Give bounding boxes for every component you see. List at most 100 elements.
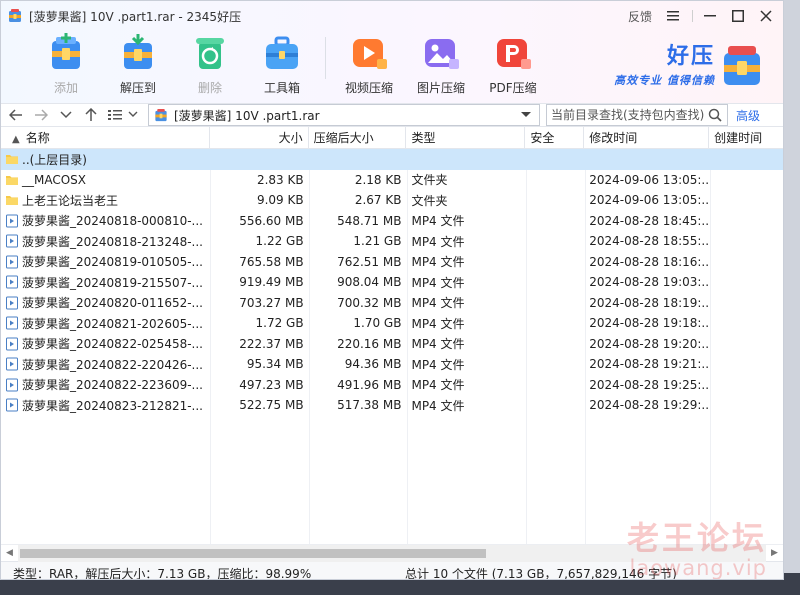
back-button[interactable] bbox=[6, 105, 26, 125]
scroll-left-icon[interactable]: ◀ bbox=[1, 545, 18, 562]
maximize-button[interactable] bbox=[727, 6, 749, 26]
file-name-cell: 菠萝果酱_20240818-213248-... bbox=[1, 233, 210, 250]
column-name-label: 名称 bbox=[25, 131, 50, 145]
file-name-cell: 菠萝果酱_20240821-202605-... bbox=[1, 315, 210, 332]
view-mode-button[interactable] bbox=[106, 105, 140, 125]
haozip-app-icon bbox=[9, 9, 21, 22]
brand-name: 好压 bbox=[666, 44, 715, 69]
file-name-cell: 菠萝果酱_20240822-220426-... bbox=[1, 356, 210, 373]
scrollbar-thumb[interactable] bbox=[20, 548, 486, 558]
scroll-right-icon[interactable]: ▶ bbox=[766, 545, 783, 562]
toolbox-button[interactable]: 工具箱 bbox=[253, 31, 311, 96]
search-icon[interactable] bbox=[708, 108, 722, 122]
column-name[interactable]: ▲ 名称 bbox=[1, 127, 210, 149]
scrollbar-track[interactable] bbox=[18, 544, 766, 562]
history-dropdown-button[interactable] bbox=[56, 105, 76, 125]
file-name-cell: ..(上层目录) bbox=[1, 151, 210, 168]
search-input[interactable] bbox=[551, 108, 708, 122]
file-row[interactable]: 菠萝果酱_20240818-213248-... 1.22 GB 1.21 GB MP… bbox=[1, 231, 783, 252]
file-type-cell: MP4 文件 bbox=[411, 357, 465, 372]
file-name-cell: 菠萝果酱_20240822-025458-... bbox=[1, 335, 210, 352]
menu-icon[interactable] bbox=[662, 6, 684, 26]
file-type-cell: MP4 文件 bbox=[411, 275, 465, 290]
image-compress-label: 图片压缩 bbox=[416, 81, 465, 95]
file-modified-cell: 2024-08-28 19:03:... bbox=[589, 275, 710, 290]
file-modified-cell: 2024-08-28 19:25:... bbox=[589, 377, 710, 392]
column-compressed-size[interactable]: 压缩后大小 bbox=[309, 127, 407, 149]
file-row[interactable]: __MACOSX 2.83 KB 2.18 KB 文件夹 2024-09-06 13:0… bbox=[1, 170, 783, 191]
image-compress-button[interactable]: 图片压缩 bbox=[412, 31, 470, 96]
file-name-cell: 上老王论坛当老王 bbox=[1, 192, 210, 209]
file-size-cell: 765.58 MB bbox=[239, 254, 304, 269]
column-type[interactable]: 类型 bbox=[406, 127, 526, 149]
file-row[interactable]: 上老王论坛当老王 9.09 KB 2.67 KB 文件夹 2024-09-06 13:0… bbox=[1, 190, 783, 211]
column-modified[interactable]: 修改时间 bbox=[584, 127, 710, 149]
video-compress-button[interactable]: 视频压缩 bbox=[340, 31, 398, 96]
folder-icon bbox=[5, 173, 22, 187]
file-name: 菠萝果酱_20240823-212821-... bbox=[22, 398, 203, 413]
path-bar[interactable]: [菠萝果酱] 10V .part1.rar bbox=[148, 104, 540, 126]
pdf-compress-button[interactable]: PDF压缩 bbox=[484, 31, 542, 96]
path-dropdown-icon[interactable] bbox=[519, 110, 533, 120]
file-type-cell: MP4 文件 bbox=[411, 234, 465, 249]
title-toolbar-band: [菠萝果酱] 10V .part1.rar - 2345好压 反馈 添加 解压到… bbox=[1, 1, 783, 103]
brand-banner[interactable]: 好压 高效专业 值得信赖 bbox=[614, 43, 765, 89]
toolbox-icon bbox=[266, 36, 298, 69]
file-name-cell: 菠萝果酱_20240819-010505-... bbox=[1, 253, 210, 270]
current-path: [菠萝果酱] 10V .part1.rar bbox=[174, 108, 320, 123]
file-size-cell: 95.34 MB bbox=[246, 357, 304, 372]
video-file-icon bbox=[5, 378, 22, 392]
arrow-right-icon bbox=[35, 109, 48, 121]
file-type-cell: MP4 文件 bbox=[411, 378, 465, 393]
folder-icon bbox=[5, 152, 22, 166]
video-file-icon bbox=[5, 255, 22, 269]
up-level-button[interactable] bbox=[81, 105, 101, 125]
file-size-cell: 2.83 KB bbox=[256, 172, 304, 187]
controls-divider bbox=[692, 10, 693, 22]
column-created[interactable]: 创建时间 bbox=[709, 127, 783, 149]
archive-icon bbox=[155, 108, 167, 121]
minimize-button[interactable] bbox=[699, 6, 721, 26]
column-size[interactable]: 大小 bbox=[210, 127, 309, 149]
add-button[interactable]: 添加 bbox=[37, 31, 95, 96]
file-modified-cell: 2024-09-06 13:05:... bbox=[589, 193, 710, 208]
file-row[interactable]: 菠萝果酱_20240822-220426-... 95.34 MB 94.36 MB… bbox=[1, 354, 783, 375]
file-compressed-cell: 1.21 GB bbox=[353, 234, 402, 249]
file-row[interactable]: 菠萝果酱_20240818-000810-... 556.60 MB 548.71 … bbox=[1, 211, 783, 232]
file-row[interactable]: 菠萝果酱_20240819-010505-... 765.58 MB 762.51 … bbox=[1, 252, 783, 273]
file-row[interactable]: 菠萝果酱_20240822-025458-... 222.37 MB 220.16 … bbox=[1, 334, 783, 355]
file-name: 菠萝果酱_20240822-223609-... bbox=[22, 378, 203, 393]
file-name: 菠萝果酱_20240821-202605-... bbox=[22, 316, 203, 331]
forward-button[interactable] bbox=[31, 105, 51, 125]
file-row[interactable]: 菠萝果酱_20240823-212821-... 522.75 MB 517.38 … bbox=[1, 395, 783, 416]
search-box bbox=[546, 104, 728, 126]
video-file-icon bbox=[5, 275, 22, 289]
file-row[interactable]: 菠萝果酱_20240819-215507-... 919.49 MB 908.04 … bbox=[1, 272, 783, 293]
file-compressed-cell: 517.38 MB bbox=[337, 398, 402, 413]
horizontal-scrollbar[interactable]: ◀ ▶ bbox=[1, 544, 783, 562]
toolbox-label: 工具箱 bbox=[263, 81, 300, 95]
file-modified-cell: 2024-08-28 18:45:... bbox=[589, 213, 710, 228]
advanced-search-link[interactable]: 高级 bbox=[736, 107, 760, 124]
pdf-compress-icon bbox=[497, 39, 531, 69]
file-row[interactable]: 菠萝果酱_20240821-202605-... 1.72 GB 1.70 GB MP… bbox=[1, 313, 783, 334]
file-type-cell: MP4 文件 bbox=[411, 255, 465, 270]
extract-to-button[interactable]: 解压到 bbox=[109, 31, 167, 96]
video-file-icon bbox=[5, 214, 22, 228]
close-button[interactable] bbox=[755, 6, 777, 26]
file-row[interactable]: ..(上层目录) bbox=[1, 149, 783, 170]
recycle-delete-icon bbox=[196, 38, 224, 69]
chevron-down-icon bbox=[60, 111, 72, 119]
column-security[interactable]: 安全 bbox=[525, 127, 585, 149]
file-size-cell: 522.75 MB bbox=[239, 398, 304, 413]
arrow-left-icon bbox=[9, 109, 22, 121]
file-row[interactable]: 菠萝果酱_20240820-011652-... 703.27 MB 700.32 … bbox=[1, 293, 783, 314]
delete-label: 删除 bbox=[197, 81, 222, 95]
delete-button[interactable]: 删除 bbox=[181, 31, 239, 96]
file-row[interactable]: 菠萝果酱_20240822-223609-... 497.23 MB 491.96 … bbox=[1, 375, 783, 396]
arrow-up-icon bbox=[85, 108, 97, 121]
video-file-icon bbox=[5, 398, 22, 412]
file-name: __MACOSX bbox=[22, 172, 87, 187]
video-file-icon bbox=[5, 357, 22, 371]
feedback-link[interactable]: 反馈 bbox=[628, 8, 652, 25]
